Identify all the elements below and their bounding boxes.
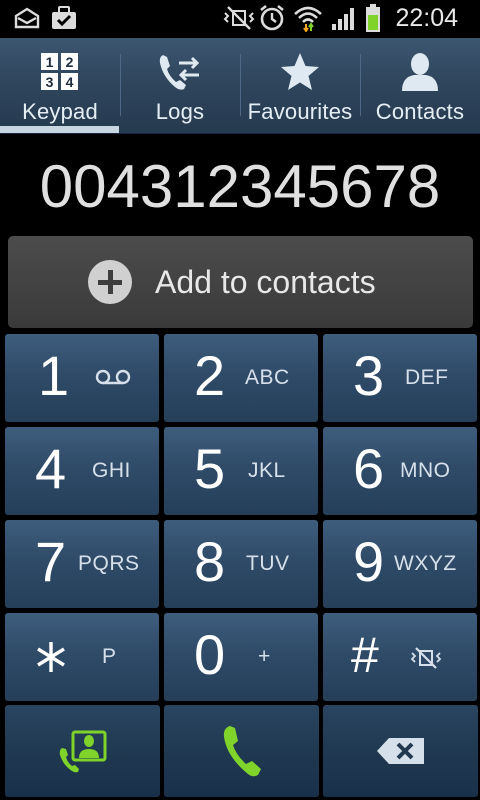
tab-label: Keypad [22,99,98,124]
svg-text:3: 3 [46,74,54,90]
key-letters: PQRS [78,552,140,575]
key-letters: DEF [405,366,449,389]
mail-icon [14,4,40,32]
key-9[interactable]: 9 WXYZ [323,520,477,608]
contacts-button[interactable] [5,705,160,797]
key-digit: 0 [194,623,226,686]
key-0[interactable]: 0 + [164,613,318,701]
key-hash[interactable]: # [323,613,477,701]
key-letters: WXYZ [394,552,457,575]
wifi-icon [293,4,323,32]
key-digit: # [351,627,379,683]
plus-circle-icon [88,260,132,304]
key-7[interactable]: 7 PQRS [5,520,159,608]
asterisk-icon [31,635,71,679]
contact-card-icon [5,705,160,797]
key-letters: TUV [246,552,290,575]
svg-text:1: 1 [46,54,54,70]
backspace-button[interactable] [323,705,478,797]
star-icon [240,50,360,94]
key-digit: 3 [353,344,385,407]
tab-favourites[interactable]: Favourites [240,38,360,134]
svg-text:2: 2 [66,54,74,70]
key-star[interactable]: * P [5,613,159,701]
person-icon [360,50,480,94]
tab-label: Logs [155,99,205,124]
key-digit: 1 [38,344,70,407]
tab-label: Contacts [375,99,465,124]
key-5[interactable]: 5 JKL [164,427,318,515]
active-tab-indicator [0,126,119,133]
mute-vibrate-icon [409,645,443,671]
key-3[interactable]: 3 DEF [323,334,477,422]
key-digit: 8 [194,530,226,593]
silent-mode-icon [222,4,256,32]
number-display[interactable]: 004312345678 [0,134,480,236]
key-digit: 9 [353,530,385,593]
key-letters: + [258,645,271,668]
key-digit: 2 [194,344,226,407]
key-1[interactable]: 1 [5,334,159,422]
tab-label: Favourites [247,99,353,124]
clock: 22:04 [395,4,458,32]
tab-bar: 1 2 3 4 Keypad Logs Favourites Contacts [0,38,480,134]
key-digit: 7 [35,530,67,593]
key-letters: MNO [400,459,451,482]
key-4[interactable]: 4 GHI [5,427,159,515]
key-8[interactable]: 8 TUV [164,520,318,608]
key-digit: 5 [194,437,226,500]
backspace-icon [323,705,478,797]
voicemail-icon [93,364,133,390]
key-letters: JKL [248,459,286,482]
key-letters: GHI [92,459,131,482]
svg-text:4: 4 [66,74,74,90]
keypad-icon: 1 2 3 4 [0,50,120,94]
call-logs-icon [120,50,240,94]
tab-contacts[interactable]: Contacts [360,38,480,134]
call-button[interactable] [164,705,319,797]
signal-icon [330,4,358,32]
add-to-contacts-button[interactable]: Add to contacts [8,236,473,328]
key-letters: ABC [245,366,290,389]
key-digit: 4 [35,437,67,500]
tab-logs[interactable]: Logs [120,38,240,134]
dialed-number: 004312345678 [39,153,441,220]
add-to-contacts-label: Add to contacts [155,264,376,300]
phone-call-icon [164,705,319,797]
key-letters: P [102,645,117,668]
key-digit: 6 [353,437,385,500]
alarm-icon [258,4,286,32]
tab-keypad[interactable]: 1 2 3 4 Keypad [0,38,120,134]
battery-icon [364,4,382,32]
key-2[interactable]: 2 ABC [164,334,318,422]
briefcase-check-icon [50,4,78,32]
status-bar: 22:04 [0,0,480,38]
key-6[interactable]: 6 MNO [323,427,477,515]
